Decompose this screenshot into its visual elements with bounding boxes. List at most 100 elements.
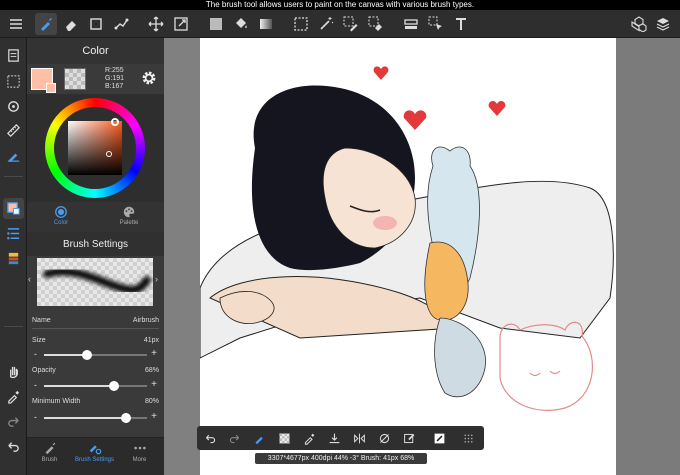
quick-menu-button[interactable]	[459, 429, 477, 447]
drawing-canvas[interactable]	[200, 38, 616, 475]
selection-toggle-button[interactable]	[3, 71, 24, 92]
opacity-slider[interactable]: - +	[32, 379, 159, 391]
more-dots-icon	[133, 446, 146, 450]
sv-cursor[interactable]	[106, 151, 112, 157]
eraser-tool-button[interactable]	[60, 13, 82, 35]
menu-button[interactable]	[5, 13, 27, 35]
hand-tool-button[interactable]	[3, 361, 24, 382]
color-swatches: R:255 G:191 B:167	[27, 64, 164, 94]
layers-button[interactable]	[652, 13, 674, 35]
flip-icon	[353, 433, 365, 443]
brush-icon	[254, 436, 263, 444]
tab-brush[interactable]: Brush	[27, 441, 72, 463]
quick-flip-button[interactable]	[350, 429, 368, 447]
stroke-preview-graphic	[43, 267, 151, 294]
ruler-tool-button[interactable]	[400, 13, 422, 35]
quick-save-button[interactable]	[325, 429, 343, 447]
quick-redo-button[interactable]	[225, 429, 243, 447]
text-tool-button[interactable]	[450, 13, 472, 35]
select-pen-button[interactable]	[340, 13, 362, 35]
rotate-reset-icon	[379, 433, 389, 443]
tab-color-label: Color	[53, 220, 69, 226]
tab-palette[interactable]: Palette	[95, 204, 163, 230]
eyedropper-button[interactable]	[3, 386, 24, 407]
tab-brush-settings[interactable]: Brush Settings	[72, 441, 117, 463]
quick-toolbar	[197, 426, 484, 450]
quick-eyedropper-button[interactable]	[300, 429, 318, 447]
opacity-slider-knob[interactable]	[109, 381, 120, 391]
canvas-margin-right[interactable]	[616, 38, 680, 475]
tab-brush-label: Brush	[41, 457, 58, 463]
rect-tool-button[interactable]	[85, 13, 107, 35]
bucket-tool-button[interactable]	[230, 13, 252, 35]
marquee-tool-button[interactable]	[290, 13, 312, 35]
min-width-decrease-icon[interactable]: -	[34, 412, 37, 422]
min-width-slider[interactable]: - +	[32, 411, 159, 423]
opacity-increase-icon[interactable]: +	[151, 379, 157, 390]
gradient-tool-button[interactable]	[255, 13, 277, 35]
select-move-button[interactable]	[425, 13, 447, 35]
layer-thumb-icon	[434, 433, 444, 443]
size-increase-icon[interactable]: +	[151, 348, 157, 359]
quick-color-button[interactable]	[275, 429, 293, 447]
lasso-tool-button[interactable]	[110, 13, 132, 35]
quick-undo-button[interactable]	[201, 429, 219, 447]
fill-color-button[interactable]	[205, 13, 227, 35]
rect-select-icon	[90, 18, 102, 30]
top-toolbar	[0, 10, 680, 38]
materials-button[interactable]	[628, 13, 650, 35]
ruler-toggle-button[interactable]	[3, 120, 24, 141]
redo-button[interactable]	[3, 411, 24, 432]
quick-layer-button[interactable]	[430, 429, 448, 447]
tab-more[interactable]: More	[117, 441, 162, 463]
rotate-canvas-button[interactable]	[3, 96, 24, 117]
move-icon	[148, 16, 164, 32]
pages-icon	[8, 49, 19, 62]
next-brush-arrow-icon[interactable]: ›	[155, 274, 158, 284]
opacity-decrease-icon[interactable]: -	[34, 380, 37, 390]
transform-tool-button[interactable]	[170, 13, 192, 35]
hue-ring[interactable]	[45, 98, 145, 198]
undo-button[interactable]	[3, 436, 24, 457]
prev-brush-arrow-icon[interactable]: ‹	[28, 274, 31, 284]
quick-brush-button[interactable]	[250, 429, 268, 447]
tab-color[interactable]: Color	[27, 204, 95, 230]
hue-cursor[interactable]	[111, 118, 119, 126]
select-eraser-button[interactable]	[365, 13, 387, 35]
color-panel-button[interactable]	[3, 198, 24, 219]
layer-panel-button[interactable]	[3, 248, 24, 269]
bucket-icon	[236, 18, 247, 28]
quick-edit-button[interactable]	[400, 429, 418, 447]
brush-list-button[interactable]	[3, 223, 24, 244]
min-width-slider-knob[interactable]	[121, 413, 132, 423]
quick-rotate-reset-button[interactable]	[375, 429, 393, 447]
eyedropper-icon	[304, 433, 314, 445]
size-slider-knob[interactable]	[82, 350, 93, 360]
layer-stack-icon	[8, 252, 19, 265]
size-slider[interactable]: - +	[32, 348, 159, 360]
color-circle-icon	[55, 206, 67, 218]
size-decrease-icon[interactable]: -	[34, 349, 37, 359]
layers-icon	[656, 18, 670, 31]
rgb-g: G:191	[105, 75, 125, 82]
gear-icon[interactable]	[140, 69, 158, 87]
tab-more-label: More	[132, 457, 147, 463]
page-manager-button[interactable]	[3, 45, 24, 66]
brush-settings-icon	[89, 445, 101, 455]
brush-tool-button[interactable]	[35, 13, 57, 35]
rgb-readout: R:255 G:191 B:167	[105, 67, 124, 91]
brush-settings-title: Brush Settings	[27, 232, 164, 256]
undo-icon	[8, 442, 19, 452]
eraser-icon	[66, 21, 76, 31]
heart-icon	[488, 100, 506, 116]
background-color-swatch[interactable]	[64, 68, 86, 90]
magic-wand-button[interactable]	[315, 13, 337, 35]
foreground-color-swatch[interactable]	[31, 68, 56, 93]
move-tool-button[interactable]	[145, 13, 167, 35]
stabilizer-button[interactable]	[3, 145, 24, 166]
ruler-icon	[404, 19, 418, 29]
color-wheel-area	[27, 94, 164, 202]
saturation-value-square[interactable]	[68, 121, 122, 175]
min-width-increase-icon[interactable]: +	[151, 411, 157, 422]
select-pen-icon	[343, 16, 358, 32]
